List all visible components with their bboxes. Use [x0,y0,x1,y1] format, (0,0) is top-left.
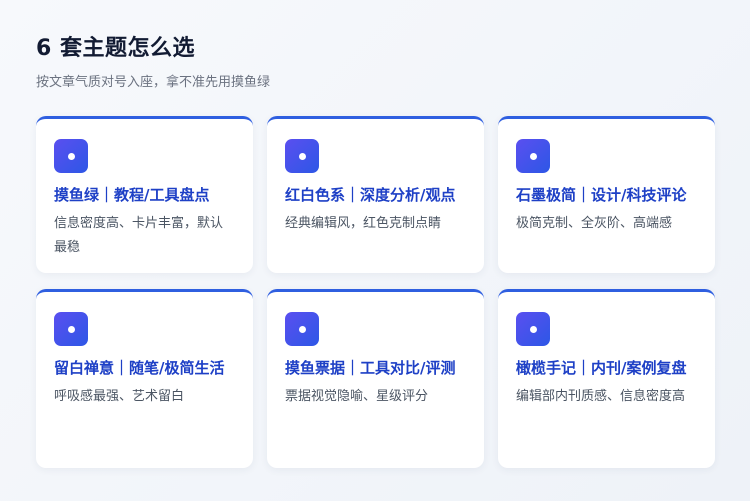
theme-card-title: 留白禅意｜随笔/极简生活 [54,359,225,377]
theme-card-desc: 经典编辑风，红色克制点睛 [285,216,442,231]
header: 6 套主题怎么选 按文章气质对号入座，拿不准先用摸鱼绿 [36,34,270,92]
theme-card-title: 红白色系｜深度分析/观点 [285,186,456,204]
dot-icon [529,152,537,160]
dot-icon [298,325,306,333]
theme-icon [516,312,550,346]
dot-icon [298,152,306,160]
theme-icon [54,139,88,173]
theme-card-3[interactable]: 石墨极简｜设计/科技评论 极简克制、全灰阶、高端感 [498,116,715,273]
page-subtitle: 按文章气质对号入座，拿不准先用摸鱼绿 [36,75,271,90]
theme-card-title: 橄榄手记｜内刊/案例复盘 [516,359,687,377]
page-title: 6 套主题怎么选 [36,36,195,61]
dot-icon [67,152,75,160]
dot-icon [67,325,75,333]
theme-card-2[interactable]: 红白色系｜深度分析/观点 经典编辑风，红色克制点睛 [267,116,484,273]
theme-icon [516,139,550,173]
theme-card-desc: 票据视觉隐喻、星级评分 [285,389,429,404]
theme-card-6[interactable]: 橄榄手记｜内刊/案例复盘 编辑部内刊质感、信息密度高 [498,289,715,468]
dot-icon [529,325,537,333]
theme-card-title: 摸鱼绿｜教程/工具盘点 [54,186,210,204]
theme-card-title: 石墨极简｜设计/科技评论 [516,186,687,204]
theme-icon [285,139,319,173]
theme-card-desc: 呼吸感最强、艺术留白 [54,389,185,404]
theme-card-5[interactable]: 摸鱼票据｜工具对比/评测 票据视觉隐喻、星级评分 [267,289,484,468]
theme-card-1[interactable]: 摸鱼绿｜教程/工具盘点 信息密度高、卡片丰富，默认最稳 [36,116,253,273]
theme-card-desc: 信息密度高、卡片丰富，默认最稳 [54,216,224,255]
theme-card-desc: 编辑部内刊质感、信息密度高 [516,389,686,404]
theme-card-desc: 极简克制、全灰阶、高端感 [516,216,673,231]
theme-icon [285,312,319,346]
theme-icon [54,312,88,346]
theme-card-title: 摸鱼票据｜工具对比/评测 [285,359,456,377]
theme-card-4[interactable]: 留白禅意｜随笔/极简生活 呼吸感最强、艺术留白 [36,289,253,468]
theme-grid: 摸鱼绿｜教程/工具盘点 信息密度高、卡片丰富，默认最稳 红白色系｜深度分析/观点… [36,116,715,468]
